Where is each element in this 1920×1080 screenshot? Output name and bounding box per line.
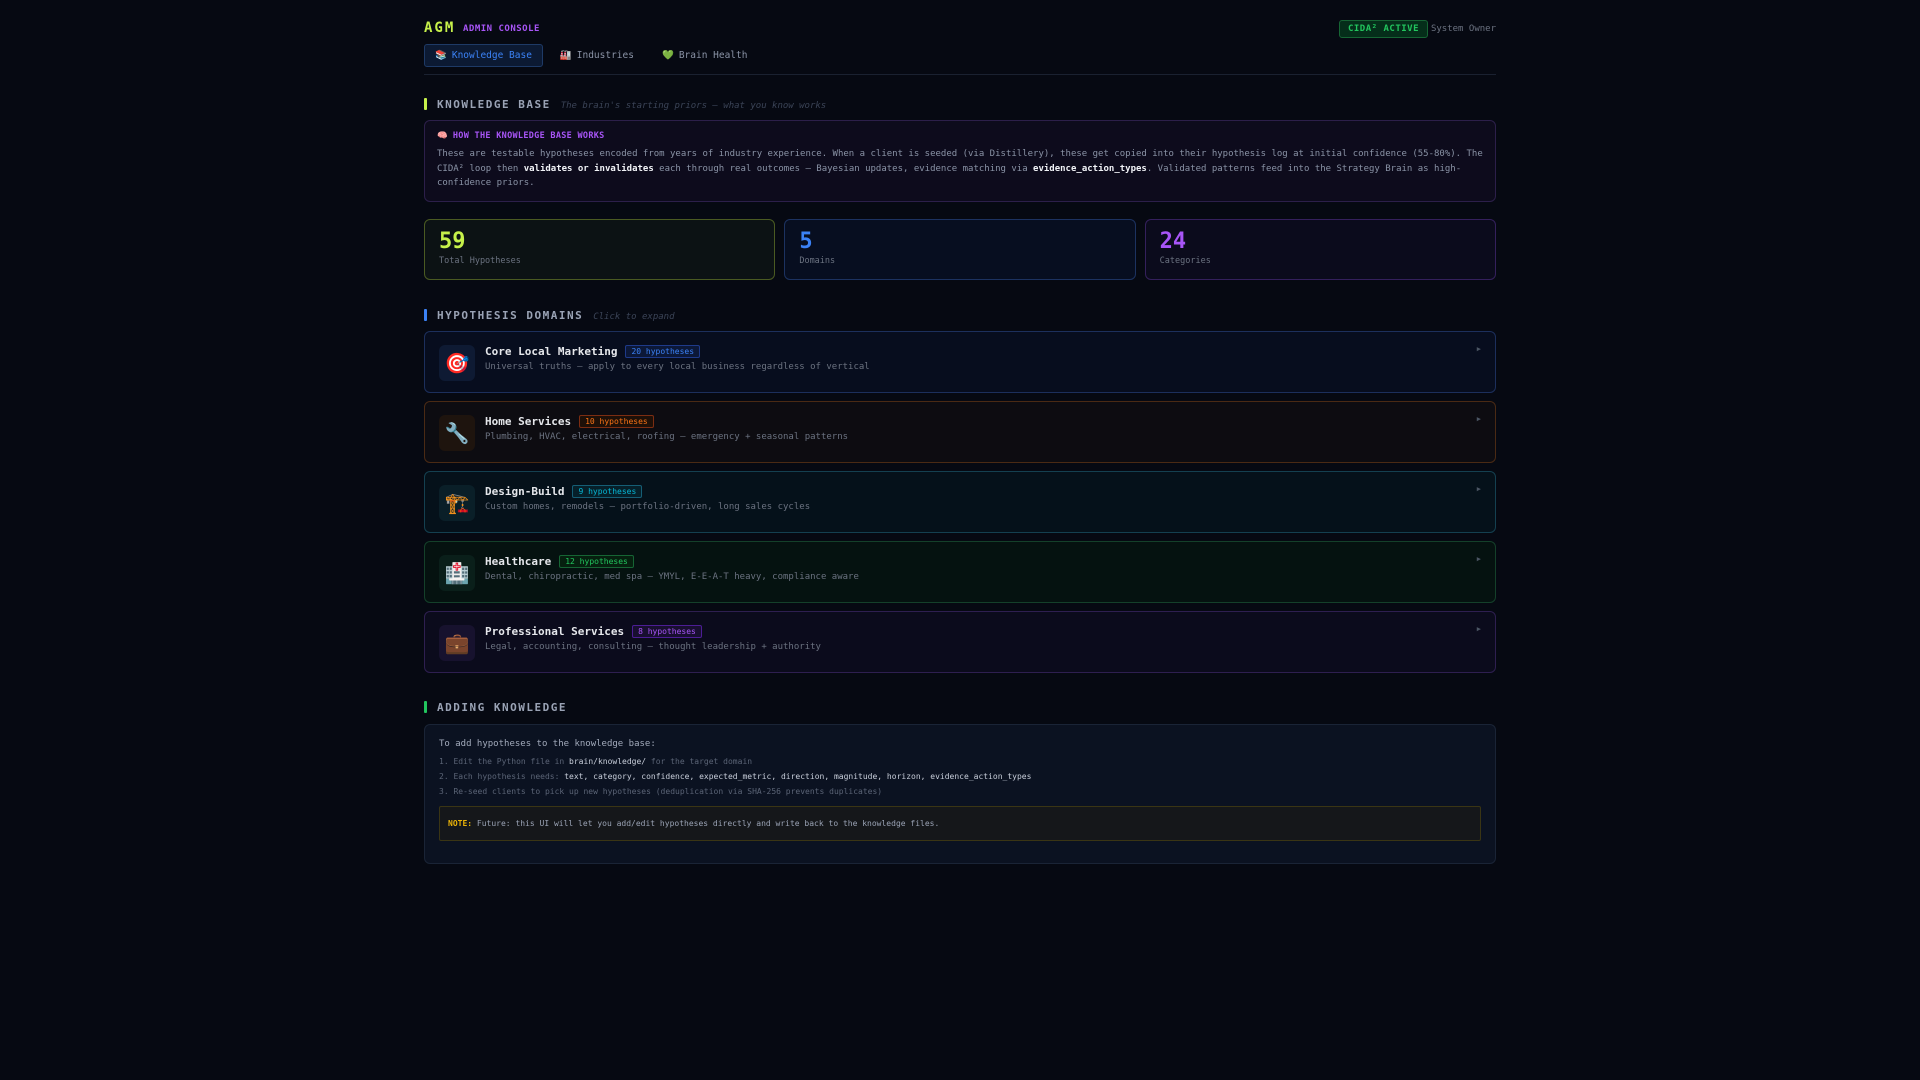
header: AGM ADMIN CONSOLE CIDA² ACTIVE System Ow… bbox=[424, 20, 1496, 40]
stat-label: Total Hypotheses bbox=[439, 256, 521, 266]
info-box: 🧠 HOW THE KNOWLEDGE BASE WORKS These are … bbox=[424, 120, 1496, 202]
target-icon: 🎯 bbox=[439, 345, 475, 381]
console-subtitle: ADMIN CONSOLE bbox=[463, 24, 540, 34]
domain-card-core-local-marketing[interactable]: 🎯 Core Local Marketing 20 hypotheses Univ… bbox=[424, 331, 1496, 393]
logo: AGM bbox=[424, 20, 456, 36]
section-knowledge-base: KNOWLEDGE BASE The brain's starting prio… bbox=[424, 98, 826, 111]
expand-arrow-icon[interactable]: ▶ bbox=[1477, 345, 1481, 353]
domain-name: Healthcare bbox=[485, 555, 552, 568]
stats-row: 59 Total Hypotheses 5 Domains 24 Categories bbox=[424, 219, 1496, 280]
stat-label: Categories bbox=[1159, 256, 1211, 266]
section-title: KNOWLEDGE BASE bbox=[437, 98, 551, 111]
domain-description: Plumbing, HVAC, electrical, roofing — em… bbox=[485, 432, 849, 442]
domain-card-professional-services[interactable]: 💼 Professional Services 8 hypotheses Lega… bbox=[424, 611, 1496, 673]
stat-domains: 5 Domains bbox=[784, 219, 1136, 280]
books-icon: 📚 bbox=[435, 50, 447, 61]
stat-value: 24 bbox=[1159, 229, 1187, 254]
domain-description: Universal truths — apply to every local … bbox=[485, 362, 870, 372]
section-adding-knowledge: ADDING KNOWLEDGE bbox=[424, 701, 567, 714]
stat-label: Domains bbox=[799, 256, 836, 266]
section-accent bbox=[424, 309, 427, 321]
wrench-icon: 🔧 bbox=[439, 415, 475, 451]
domain-description: Dental, chiropractic, med spa — YMYL, E-… bbox=[485, 572, 859, 582]
step-item: 2. Each hypothesis needs: text, category… bbox=[439, 772, 1032, 781]
section-hypothesis-domains: HYPOTHESIS DOMAINS Click to expand bbox=[424, 309, 675, 322]
status-badge: CIDA² ACTIVE bbox=[1338, 20, 1428, 38]
tab-industries[interactable]: 🏭 Industries bbox=[549, 44, 645, 67]
adding-lead: To add hypotheses to the knowledge base: bbox=[439, 739, 656, 749]
domain-name: Design-Build bbox=[485, 485, 565, 498]
section-accent bbox=[424, 701, 427, 713]
stat-categories: 24 Categories bbox=[1144, 219, 1496, 280]
stat-value: 5 bbox=[799, 229, 813, 254]
domain-description: Custom homes, remodels — portfolio-drive… bbox=[485, 502, 811, 512]
user-role: System Owner bbox=[1430, 24, 1496, 34]
count-badge: 9 hypotheses bbox=[572, 485, 643, 498]
stat-total-hypotheses: 59 Total Hypotheses bbox=[424, 219, 776, 280]
briefcase-icon: 💼 bbox=[439, 625, 475, 661]
note-label: NOTE: bbox=[448, 819, 473, 828]
expand-arrow-icon[interactable]: ▶ bbox=[1477, 555, 1481, 563]
step-item: 3. Re-seed clients to pick up new hypoth… bbox=[439, 787, 883, 796]
steps-list: 1. Edit the Python file in brain/knowled… bbox=[439, 757, 1481, 796]
note-box: NOTE: Future: this UI will let you add/e… bbox=[439, 806, 1481, 841]
adding-knowledge-box: To add hypotheses to the knowledge base:… bbox=[424, 724, 1496, 864]
section-hint: Click to expand bbox=[593, 312, 675, 322]
heart-icon: 💚 bbox=[661, 50, 674, 61]
count-badge: 20 hypotheses bbox=[625, 345, 701, 358]
info-title: HOW THE KNOWLEDGE BASE WORKS bbox=[452, 131, 605, 141]
step-item: 1. Edit the Python file in brain/knowled… bbox=[439, 757, 753, 766]
note-text: Future: this UI will let you add/edit hy… bbox=[472, 819, 940, 828]
expand-arrow-icon[interactable]: ▶ bbox=[1477, 625, 1481, 633]
count-badge: 8 hypotheses bbox=[632, 625, 702, 638]
tab-label: Industries bbox=[576, 50, 634, 61]
domain-card-home-services[interactable]: 🔧 Home Services 10 hypotheses Plumbing, H… bbox=[424, 401, 1496, 463]
divider bbox=[424, 74, 1496, 75]
section-title: ADDING KNOWLEDGE bbox=[437, 701, 567, 714]
section-title: HYPOTHESIS DOMAINS bbox=[437, 309, 584, 322]
info-text: These are testable hypotheses encoded fr… bbox=[437, 149, 1483, 188]
hospital-icon: 🏥 bbox=[439, 555, 475, 591]
nav-tabs: 📚 Knowledge Base 🏭 Industries 💚 Brain Healt… bbox=[424, 44, 758, 67]
domain-card-design-build[interactable]: 🏗️ Design-Build 9 hypotheses Custom homes… bbox=[424, 471, 1496, 533]
construction-icon: 🏗️ bbox=[439, 485, 475, 521]
domain-card-healthcare[interactable]: 🏥 Healthcare 12 hypotheses Dental, chirop… bbox=[424, 541, 1496, 603]
count-badge: 12 hypotheses bbox=[559, 555, 634, 568]
brain-icon: 🧠 bbox=[437, 131, 448, 141]
count-badge: 10 hypotheses bbox=[579, 415, 654, 428]
tab-knowledge-base[interactable]: 📚 Knowledge Base bbox=[424, 44, 543, 67]
expand-arrow-icon[interactable]: ▶ bbox=[1477, 415, 1481, 423]
stat-value: 59 bbox=[439, 229, 466, 254]
tab-brain-health[interactable]: 💚 Brain Health bbox=[651, 44, 758, 67]
tab-label: Brain Health bbox=[678, 50, 748, 61]
expand-arrow-icon[interactable]: ▶ bbox=[1477, 485, 1481, 493]
domain-name: Core Local Marketing bbox=[485, 345, 618, 358]
tab-label: Knowledge Base bbox=[451, 50, 532, 61]
section-accent bbox=[424, 98, 427, 110]
domain-name: Home Services bbox=[485, 415, 572, 428]
factory-icon: 🏭 bbox=[559, 50, 572, 61]
section-hint: The brain's starting priors — what you k… bbox=[560, 101, 827, 111]
domain-description: Legal, accounting, consulting — thought … bbox=[485, 642, 821, 652]
domain-name: Professional Services bbox=[485, 625, 625, 638]
